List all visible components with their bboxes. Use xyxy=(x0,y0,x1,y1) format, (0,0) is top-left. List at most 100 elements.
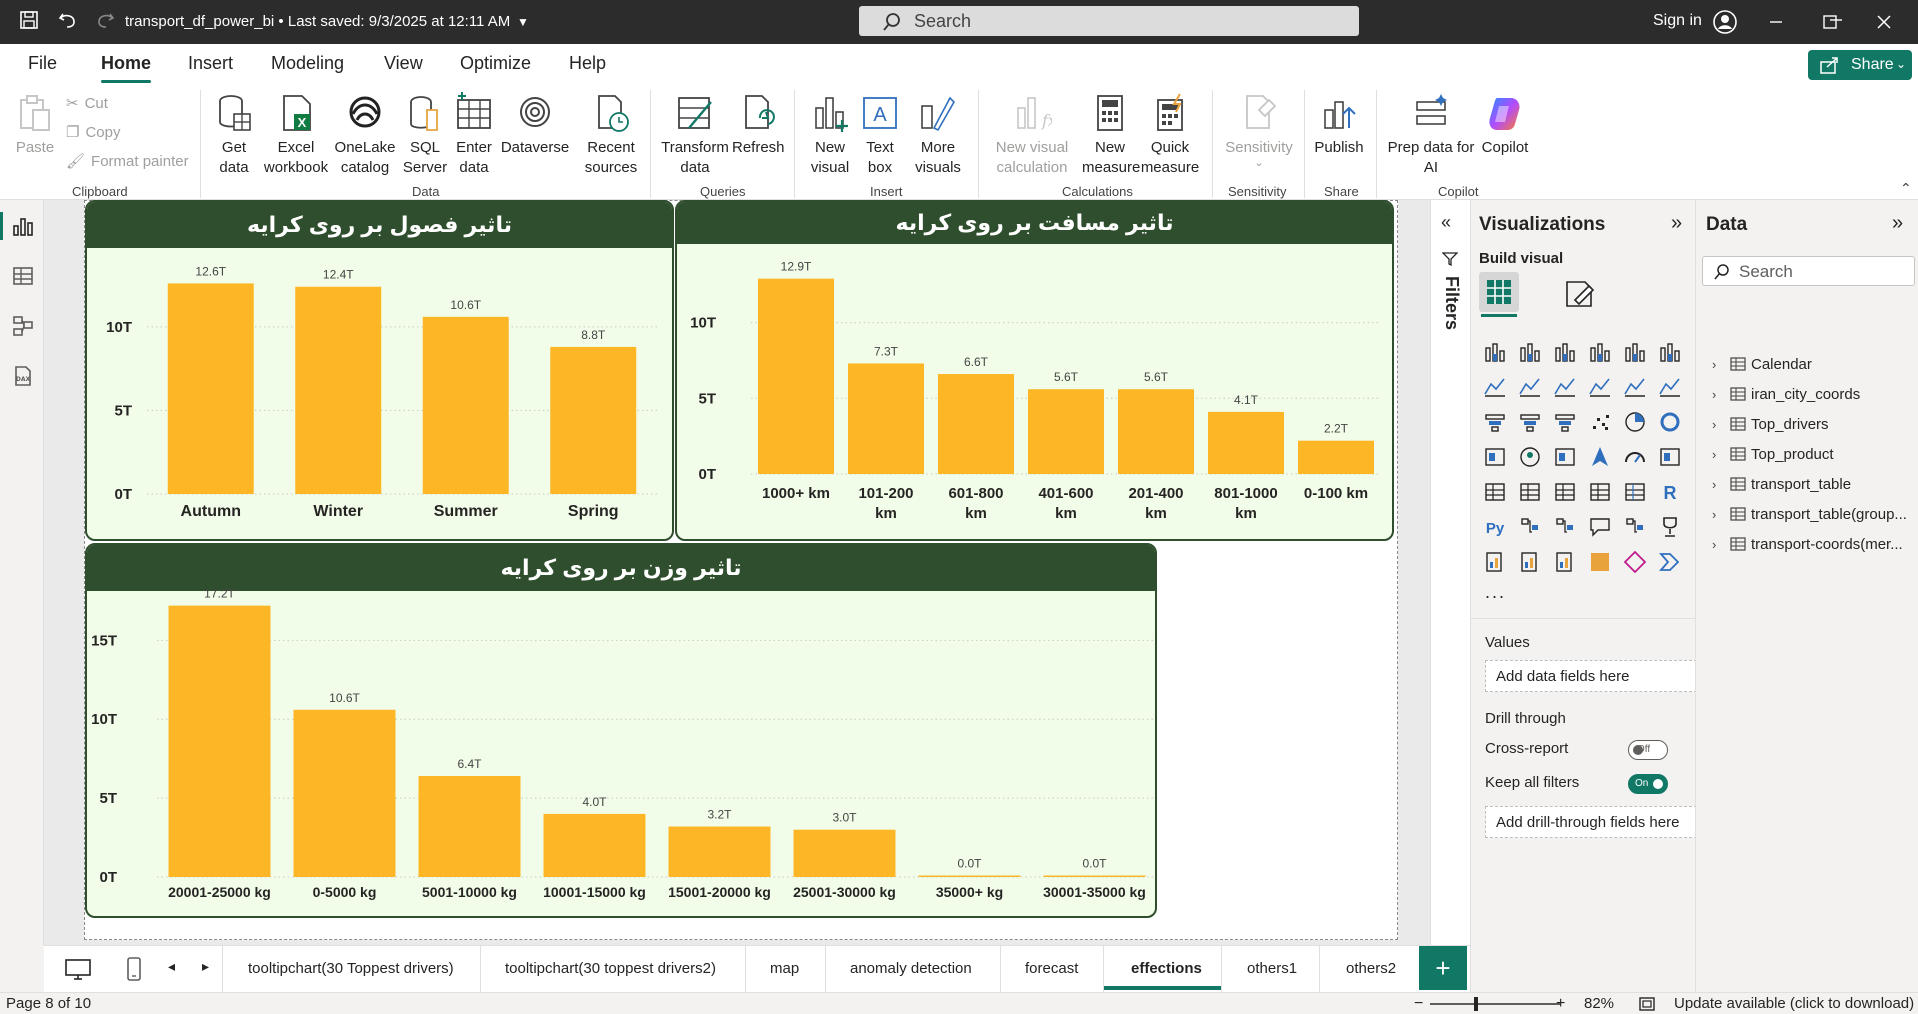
weight-chart-card[interactable]: تاثیر وزن بر روی کرایه 0T 5T 10T 15T 17.2T 20… xyxy=(85,543,1157,918)
weight-bar[interactable] xyxy=(168,605,271,877)
update-available-link[interactable]: Update available (click to download) xyxy=(1674,995,1914,1012)
seasons-bar[interactable] xyxy=(295,286,382,494)
chevron-right-icon[interactable]: › xyxy=(1712,447,1726,462)
paste-button[interactable]: Paste xyxy=(14,92,56,158)
data-table-item[interactable]: › transport_table xyxy=(1712,476,1851,493)
distance-bar[interactable] xyxy=(938,374,1014,474)
pie-chart-icon[interactable] xyxy=(1623,410,1647,434)
title-dropdown-icon[interactable]: ▼ xyxy=(510,9,536,35)
ribbon-chart-icon[interactable] xyxy=(1483,410,1507,434)
area-chart-icon[interactable] xyxy=(1518,375,1542,399)
sql-server-button[interactable]: SQL Server xyxy=(400,92,450,178)
quick-measure-button[interactable]: Quick measure xyxy=(1140,92,1200,178)
table-icon[interactable] xyxy=(1588,480,1612,504)
100-stacked-bar-chart-icon[interactable] xyxy=(1623,340,1647,364)
map-icon[interactable] xyxy=(1518,445,1542,469)
tab-help[interactable]: Help xyxy=(569,53,606,74)
qa-icon[interactable] xyxy=(1588,515,1612,539)
close-icon[interactable] xyxy=(1876,14,1892,30)
multi-row-card-icon[interactable] xyxy=(1483,480,1507,504)
prep-data-for-ai-button[interactable]: Prep data for AI xyxy=(1386,92,1476,178)
card-icon[interactable] xyxy=(1658,445,1682,469)
more-visuals-button[interactable]: More visuals xyxy=(910,92,966,178)
mobile-layout-icon[interactable] xyxy=(125,956,143,984)
azure-map-icon[interactable] xyxy=(1588,445,1612,469)
drill-through-drop-zone[interactable]: Add drill-through fields here xyxy=(1485,806,1697,838)
clustered-column-chart-icon[interactable] xyxy=(1588,340,1612,364)
custom-visual-icon[interactable] xyxy=(1588,550,1612,574)
tab-modeling[interactable]: Modeling xyxy=(271,53,344,74)
diamond-visual-icon[interactable] xyxy=(1623,550,1647,574)
chevron-right-icon[interactable]: › xyxy=(1712,417,1726,432)
excel-workbook-button[interactable]: X Excel workbook xyxy=(262,92,330,178)
minimize-icon[interactable] xyxy=(1768,14,1784,30)
data-table-item[interactable]: › transport_table(group... xyxy=(1712,506,1907,523)
collapse-data-pane-icon[interactable]: » xyxy=(1892,212,1903,235)
tab-file[interactable]: File xyxy=(28,53,57,74)
page-tab[interactable]: tooltipchart(30 toppest drivers2) xyxy=(505,960,716,977)
line-stacked-column-chart-icon[interactable] xyxy=(1623,375,1647,399)
distance-bar[interactable] xyxy=(1118,389,1194,474)
copilot-button[interactable]: Copilot xyxy=(1476,92,1534,158)
build-visual-tab[interactable] xyxy=(1479,272,1519,312)
key-influencers-icon[interactable] xyxy=(1518,515,1542,539)
matrix-icon[interactable] xyxy=(1623,480,1647,504)
cross-report-toggle[interactable]: Off xyxy=(1628,740,1668,760)
gauge-icon[interactable] xyxy=(1623,445,1647,469)
format-visual-icon[interactable] xyxy=(1563,276,1597,310)
table-view-icon[interactable] xyxy=(11,264,35,288)
r-visual-icon[interactable]: R xyxy=(1658,480,1682,504)
100-stacked-column-chart-icon[interactable] xyxy=(1658,340,1682,364)
text-box-button[interactable]: A Text box xyxy=(858,92,902,178)
seasons-chart-card[interactable]: تاثیر فصول بر روی کرایه 0T 5T 10T 12.6T Autu… xyxy=(85,200,674,541)
more-visuals-ellipsis[interactable]: ... xyxy=(1485,582,1506,603)
get-data-button[interactable]: Get data xyxy=(210,92,258,178)
decomposition-tree-icon[interactable] xyxy=(1553,515,1577,539)
weight-bar[interactable] xyxy=(543,813,646,877)
distance-bar[interactable] xyxy=(1208,411,1284,474)
copy-button[interactable]: ❐ Copy xyxy=(66,123,120,141)
stacked-bar-chart-icon[interactable] xyxy=(1483,340,1507,364)
zoom-slider-thumb[interactable] xyxy=(1474,997,1478,1011)
filled-map-icon[interactable] xyxy=(1553,445,1577,469)
sign-in-link[interactable]: Sign in xyxy=(1653,12,1702,30)
publish-button[interactable]: Publish xyxy=(1310,92,1368,158)
recent-sources-button[interactable]: Recent sources xyxy=(578,92,644,178)
funnel-chart-icon[interactable] xyxy=(1553,410,1577,434)
desktop-layout-icon[interactable] xyxy=(64,958,92,982)
chevron-right-icon[interactable]: › xyxy=(1712,477,1726,492)
save-icon[interactable] xyxy=(16,9,42,35)
previous-page-icon[interactable]: ◂ xyxy=(168,958,175,975)
share-button[interactable]: Share ⌄ xyxy=(1808,50,1912,80)
onelake-catalog-button[interactable]: OneLake catalog xyxy=(334,92,396,178)
seasons-bar[interactable] xyxy=(422,316,509,494)
power-apps-icon[interactable] xyxy=(1518,550,1542,574)
values-drop-zone[interactable]: Add data fields here xyxy=(1485,660,1697,692)
chevron-right-icon[interactable]: › xyxy=(1712,357,1726,372)
clustered-bar-chart-icon[interactable] xyxy=(1553,340,1577,364)
new-visual-calculation-button[interactable]: fx New visual calculation xyxy=(992,92,1072,178)
add-page-button[interactable]: + xyxy=(1419,946,1467,990)
new-visual-button[interactable]: New visual xyxy=(806,92,854,178)
model-view-icon[interactable] xyxy=(11,314,35,338)
format-painter-button[interactable]: 🖌 Format painter xyxy=(66,152,189,170)
stacked-area-chart-icon[interactable] xyxy=(1553,375,1577,399)
data-table-item[interactable]: › transport-coords(mer... xyxy=(1712,536,1903,553)
dataverse-button[interactable]: Dataverse xyxy=(500,92,570,158)
report-view-icon[interactable] xyxy=(11,214,35,238)
distance-bar[interactable] xyxy=(848,363,924,474)
transform-data-button[interactable]: Transform data xyxy=(660,92,730,178)
data-table-item[interactable]: › Top_drivers xyxy=(1712,416,1829,433)
page-tab[interactable]: others2 xyxy=(1346,960,1396,977)
page-tab[interactable]: forecast xyxy=(1025,960,1078,977)
distance-bar[interactable] xyxy=(758,278,834,474)
distance-chart-card[interactable]: تاثیر مسافت بر روی کرایه 0T 5T 10T 12.9T 100… xyxy=(675,200,1394,541)
chevron-right-icon[interactable]: › xyxy=(1712,507,1726,522)
data-table-item[interactable]: › iran_city_coords xyxy=(1712,386,1860,403)
100-stacked-area-chart-icon[interactable] xyxy=(1588,375,1612,399)
scatter-chart-icon[interactable] xyxy=(1588,410,1612,434)
page-tab[interactable]: tooltipchart(30 Toppest drivers) xyxy=(248,960,454,977)
weight-bar[interactable] xyxy=(293,709,396,877)
maximize-icon[interactable] xyxy=(1822,14,1838,30)
treemap-icon[interactable] xyxy=(1483,445,1507,469)
